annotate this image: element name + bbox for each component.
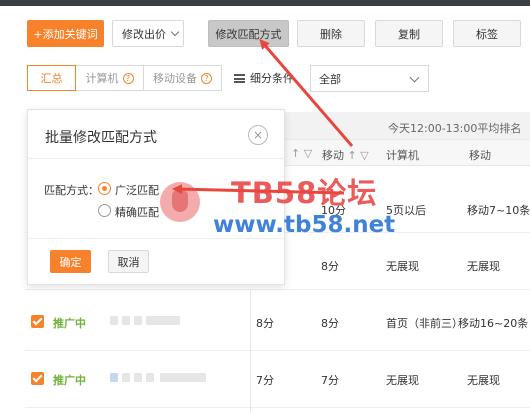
mobile-score: 8分: [321, 260, 339, 273]
radio-broad-match[interactable]: [98, 182, 111, 195]
pc-rank: 无展现: [386, 374, 419, 387]
col-mobile-rank: 移动: [469, 149, 491, 162]
table-group-header: 今天12:00-13:00平均排名: [284, 112, 530, 140]
status-badge: 推广中: [53, 317, 86, 330]
keyword-text-redacted: [146, 316, 180, 325]
chevron-down-icon: [409, 72, 420, 83]
dialog-title: 批量修改匹配方式: [45, 130, 157, 146]
tab-summary[interactable]: 汇总: [27, 65, 76, 91]
mobile-rank: 无展现: [467, 260, 500, 273]
row-divider: [25, 407, 530, 408]
filter-condition-label: 细分条件: [250, 72, 294, 85]
radio-exact-match[interactable]: [98, 204, 111, 217]
cancel-button[interactable]: 取消: [108, 250, 149, 273]
col-mobile-label: 移动: [322, 149, 344, 162]
row-divider: [25, 289, 530, 290]
close-icon[interactable]: ×: [248, 125, 268, 145]
list-icon: [234, 73, 245, 83]
help-icon[interactable]: ?: [201, 72, 212, 84]
confirm-button[interactable]: 确定: [50, 250, 91, 273]
dialog-divider: [28, 238, 284, 239]
tab-computer[interactable]: 计算机 ?: [76, 65, 144, 91]
broad-match-label[interactable]: 广泛匹配: [115, 182, 159, 198]
pc-rank: 首页（非前三）: [386, 317, 463, 330]
tab-mobile[interactable]: 移动设备 ?: [144, 65, 222, 91]
pc-rank: 无展现: [386, 260, 419, 273]
keyword-text-redacted: [146, 373, 154, 382]
sort-icon[interactable]: ↑ ▽: [348, 149, 369, 162]
mobile-rank: 移动7~10条: [467, 204, 530, 217]
modify-bid-dropdown[interactable]: 修改出价: [112, 20, 184, 47]
help-icon[interactable]: ?: [122, 72, 134, 84]
chevron-down-icon: [170, 27, 180, 37]
col-computer: 计算机: [386, 149, 419, 162]
col-mobile-score[interactable]: 移动 ↑ ▽: [322, 147, 369, 163]
keyword-text-redacted: [134, 316, 142, 325]
tab-summary-label: 汇总: [40, 72, 63, 85]
mobile-rank: 移动16~20条: [458, 317, 529, 330]
modify-match-button[interactable]: 修改匹配方式: [208, 20, 289, 47]
filter-select[interactable]: 全部: [310, 65, 429, 92]
hand-logo-icon: [160, 182, 200, 222]
watermark-url: www.tb58.net: [213, 212, 396, 238]
row-checkbox[interactable]: [31, 372, 44, 385]
row-divider: [25, 350, 530, 351]
add-keyword-button[interactable]: +添加关键词: [27, 20, 104, 47]
copy-button[interactable]: 复制: [375, 20, 443, 47]
keyword-text-redacted: [122, 316, 130, 325]
tab-computer-label: 计算机: [85, 72, 119, 85]
keyword-text-redacted: [160, 373, 206, 382]
filter-condition[interactable]: 细分条件: [234, 70, 294, 86]
mobile-score: 8分: [321, 317, 339, 330]
filter-select-value: 全部: [319, 72, 341, 86]
pc-score: 7分: [256, 374, 274, 387]
modify-bid-label: 修改出价: [122, 27, 166, 41]
exact-match-label[interactable]: 精确匹配: [115, 204, 159, 220]
row-checkbox[interactable]: [31, 315, 44, 328]
sort-icon[interactable]: ↑ ▽: [291, 147, 312, 160]
tab-mobile-label: 移动设备: [153, 72, 197, 85]
tag-button[interactable]: 标签: [453, 20, 521, 47]
top-bar: [0, 0, 530, 6]
keyword-text-redacted: [110, 373, 118, 382]
dialog-divider: [28, 158, 284, 159]
watermark-title: TB58论坛: [231, 176, 378, 210]
mobile-score: 7分: [321, 374, 339, 387]
keyword-text-redacted: [134, 373, 142, 382]
avg-rank-header: 今天12:00-13:00平均排名: [388, 122, 522, 135]
match-type-label: 匹配方式：: [44, 184, 99, 197]
keyword-text-redacted: [110, 316, 118, 325]
mobile-rank: 无展现: [467, 374, 500, 387]
status-badge: 推广中: [53, 374, 86, 387]
delete-button[interactable]: 删除: [297, 20, 365, 47]
keyword-text-redacted: [122, 373, 130, 382]
column-divider: [250, 290, 251, 413]
pc-score: 8分: [256, 317, 274, 330]
